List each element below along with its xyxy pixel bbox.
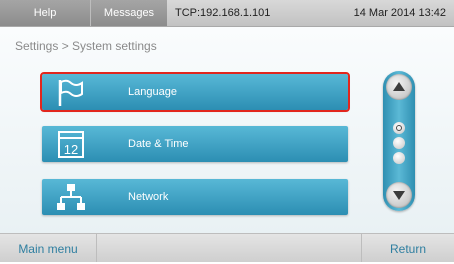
svg-text:12: 12 bbox=[64, 142, 78, 157]
return-button[interactable]: Return bbox=[361, 234, 454, 262]
connection-status: TCP:192.168.1.101 bbox=[175, 7, 271, 19]
page-scroller bbox=[383, 71, 415, 211]
date-time-display: 14 Mar 2014 13:42 bbox=[353, 7, 446, 19]
tab-messages[interactable]: Messages bbox=[91, 0, 167, 26]
page-indicator-2 bbox=[393, 137, 405, 149]
flag-icon bbox=[58, 79, 83, 106]
scroll-up-button[interactable] bbox=[386, 74, 412, 100]
settings-panel: Settings > System settings Language 12 D… bbox=[0, 27, 454, 233]
page-indicator-1 bbox=[393, 122, 405, 134]
language-button[interactable]: Language bbox=[40, 72, 350, 112]
bottom-bar: Main menu Return bbox=[0, 233, 454, 262]
page-indicator-3 bbox=[393, 152, 405, 164]
date-time-button[interactable]: 12 Date & Time bbox=[42, 126, 348, 162]
arrow-down-icon bbox=[393, 191, 405, 200]
scroll-down-button[interactable] bbox=[386, 182, 412, 208]
breadcrumb: Settings > System settings bbox=[15, 39, 157, 53]
calendar-icon: 12 bbox=[58, 131, 84, 158]
arrow-up-icon bbox=[393, 82, 405, 91]
network-label: Network bbox=[128, 191, 169, 203]
date-time-label: Date & Time bbox=[128, 138, 189, 150]
network-icon bbox=[57, 184, 85, 210]
language-label: Language bbox=[128, 86, 177, 98]
main-menu-button[interactable]: Main menu bbox=[0, 234, 97, 262]
tab-help[interactable]: Help bbox=[0, 0, 91, 26]
top-bar: Help Messages TCP:192.168.1.101 14 Mar 2… bbox=[0, 0, 454, 27]
network-button[interactable]: Network bbox=[42, 179, 348, 215]
